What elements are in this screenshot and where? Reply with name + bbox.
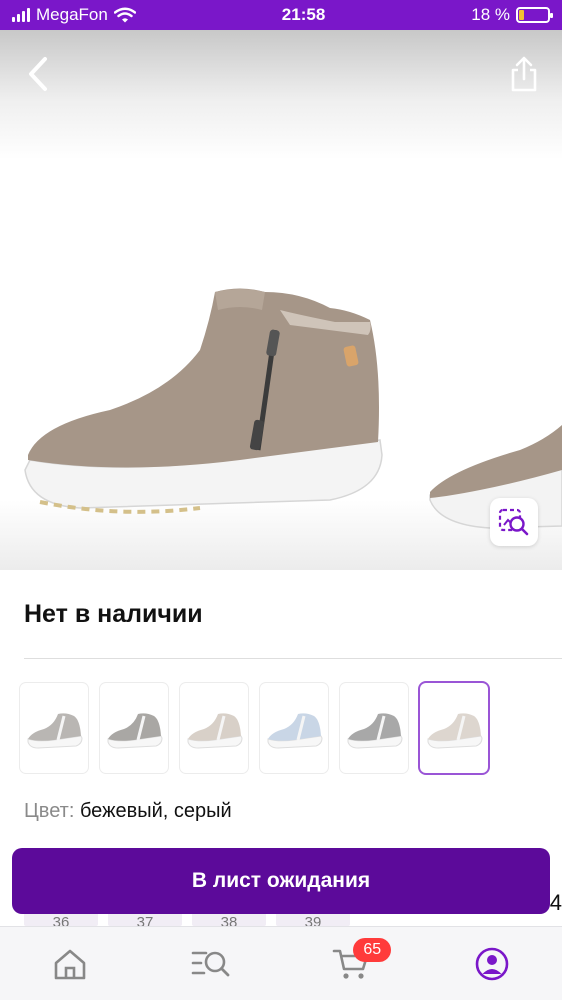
tab-catalog[interactable] [181, 934, 241, 994]
variant-thumbnail[interactable] [420, 683, 488, 773]
color-value: бежевый, серый [79, 800, 232, 822]
variant-thumbnail[interactable] [100, 683, 168, 773]
size-option-partial: 4 [549, 890, 562, 915]
tab-profile[interactable] [462, 934, 522, 994]
tab-bar: 65 [0, 926, 562, 1000]
variant-shoe-image [427, 713, 483, 749]
color-row: Цвет: бежевый, серый [24, 800, 232, 823]
home-icon [54, 949, 86, 979]
battery-icon [516, 7, 553, 23]
availability-status: Нет в наличии [24, 600, 203, 628]
variant-thumbnail[interactable] [340, 683, 408, 773]
waitlist-button[interactable]: В лист ожидания [12, 848, 550, 914]
carrier-name: MegaFon [36, 5, 108, 24]
variant-shoe-image [27, 713, 83, 749]
chevron-left-icon [29, 57, 47, 91]
status-right: 18 % [471, 5, 553, 25]
share-icon [511, 56, 537, 92]
product-gallery[interactable] [0, 30, 562, 570]
variant-thumbnail[interactable] [260, 683, 328, 773]
back-button[interactable] [16, 52, 60, 96]
visual-search-button[interactable] [490, 498, 538, 546]
variant-thumbnail[interactable] [20, 683, 88, 773]
wifi-icon [113, 7, 136, 23]
color-label: Цвет: [24, 800, 75, 822]
tab-cart[interactable]: 65 [321, 934, 392, 994]
product-photo [24, 288, 562, 529]
variant-shoe-image [267, 713, 323, 749]
variant-shoe-image [107, 713, 163, 749]
status-left: MegaFon [12, 5, 136, 25]
divider [24, 658, 562, 659]
cellular-signal-icon [12, 8, 30, 22]
variant-thumbnail[interactable] [180, 683, 248, 773]
battery-percent: 18 % [471, 5, 510, 24]
variant-thumbnails [20, 683, 488, 773]
status-time: 21:58 [281, 5, 326, 24]
battery-level [519, 10, 524, 20]
variant-shoe-image [347, 713, 403, 749]
image-search-icon [498, 508, 529, 536]
variant-shoe-image [187, 713, 243, 749]
tab-home[interactable] [40, 934, 100, 994]
profile-icon [475, 947, 509, 980]
catalog-search-icon [191, 951, 230, 976]
share-button[interactable] [502, 52, 546, 96]
cart-count-badge: 65 [353, 937, 392, 962]
status-bar: MegaFon 21:58 18 % [0, 0, 562, 30]
